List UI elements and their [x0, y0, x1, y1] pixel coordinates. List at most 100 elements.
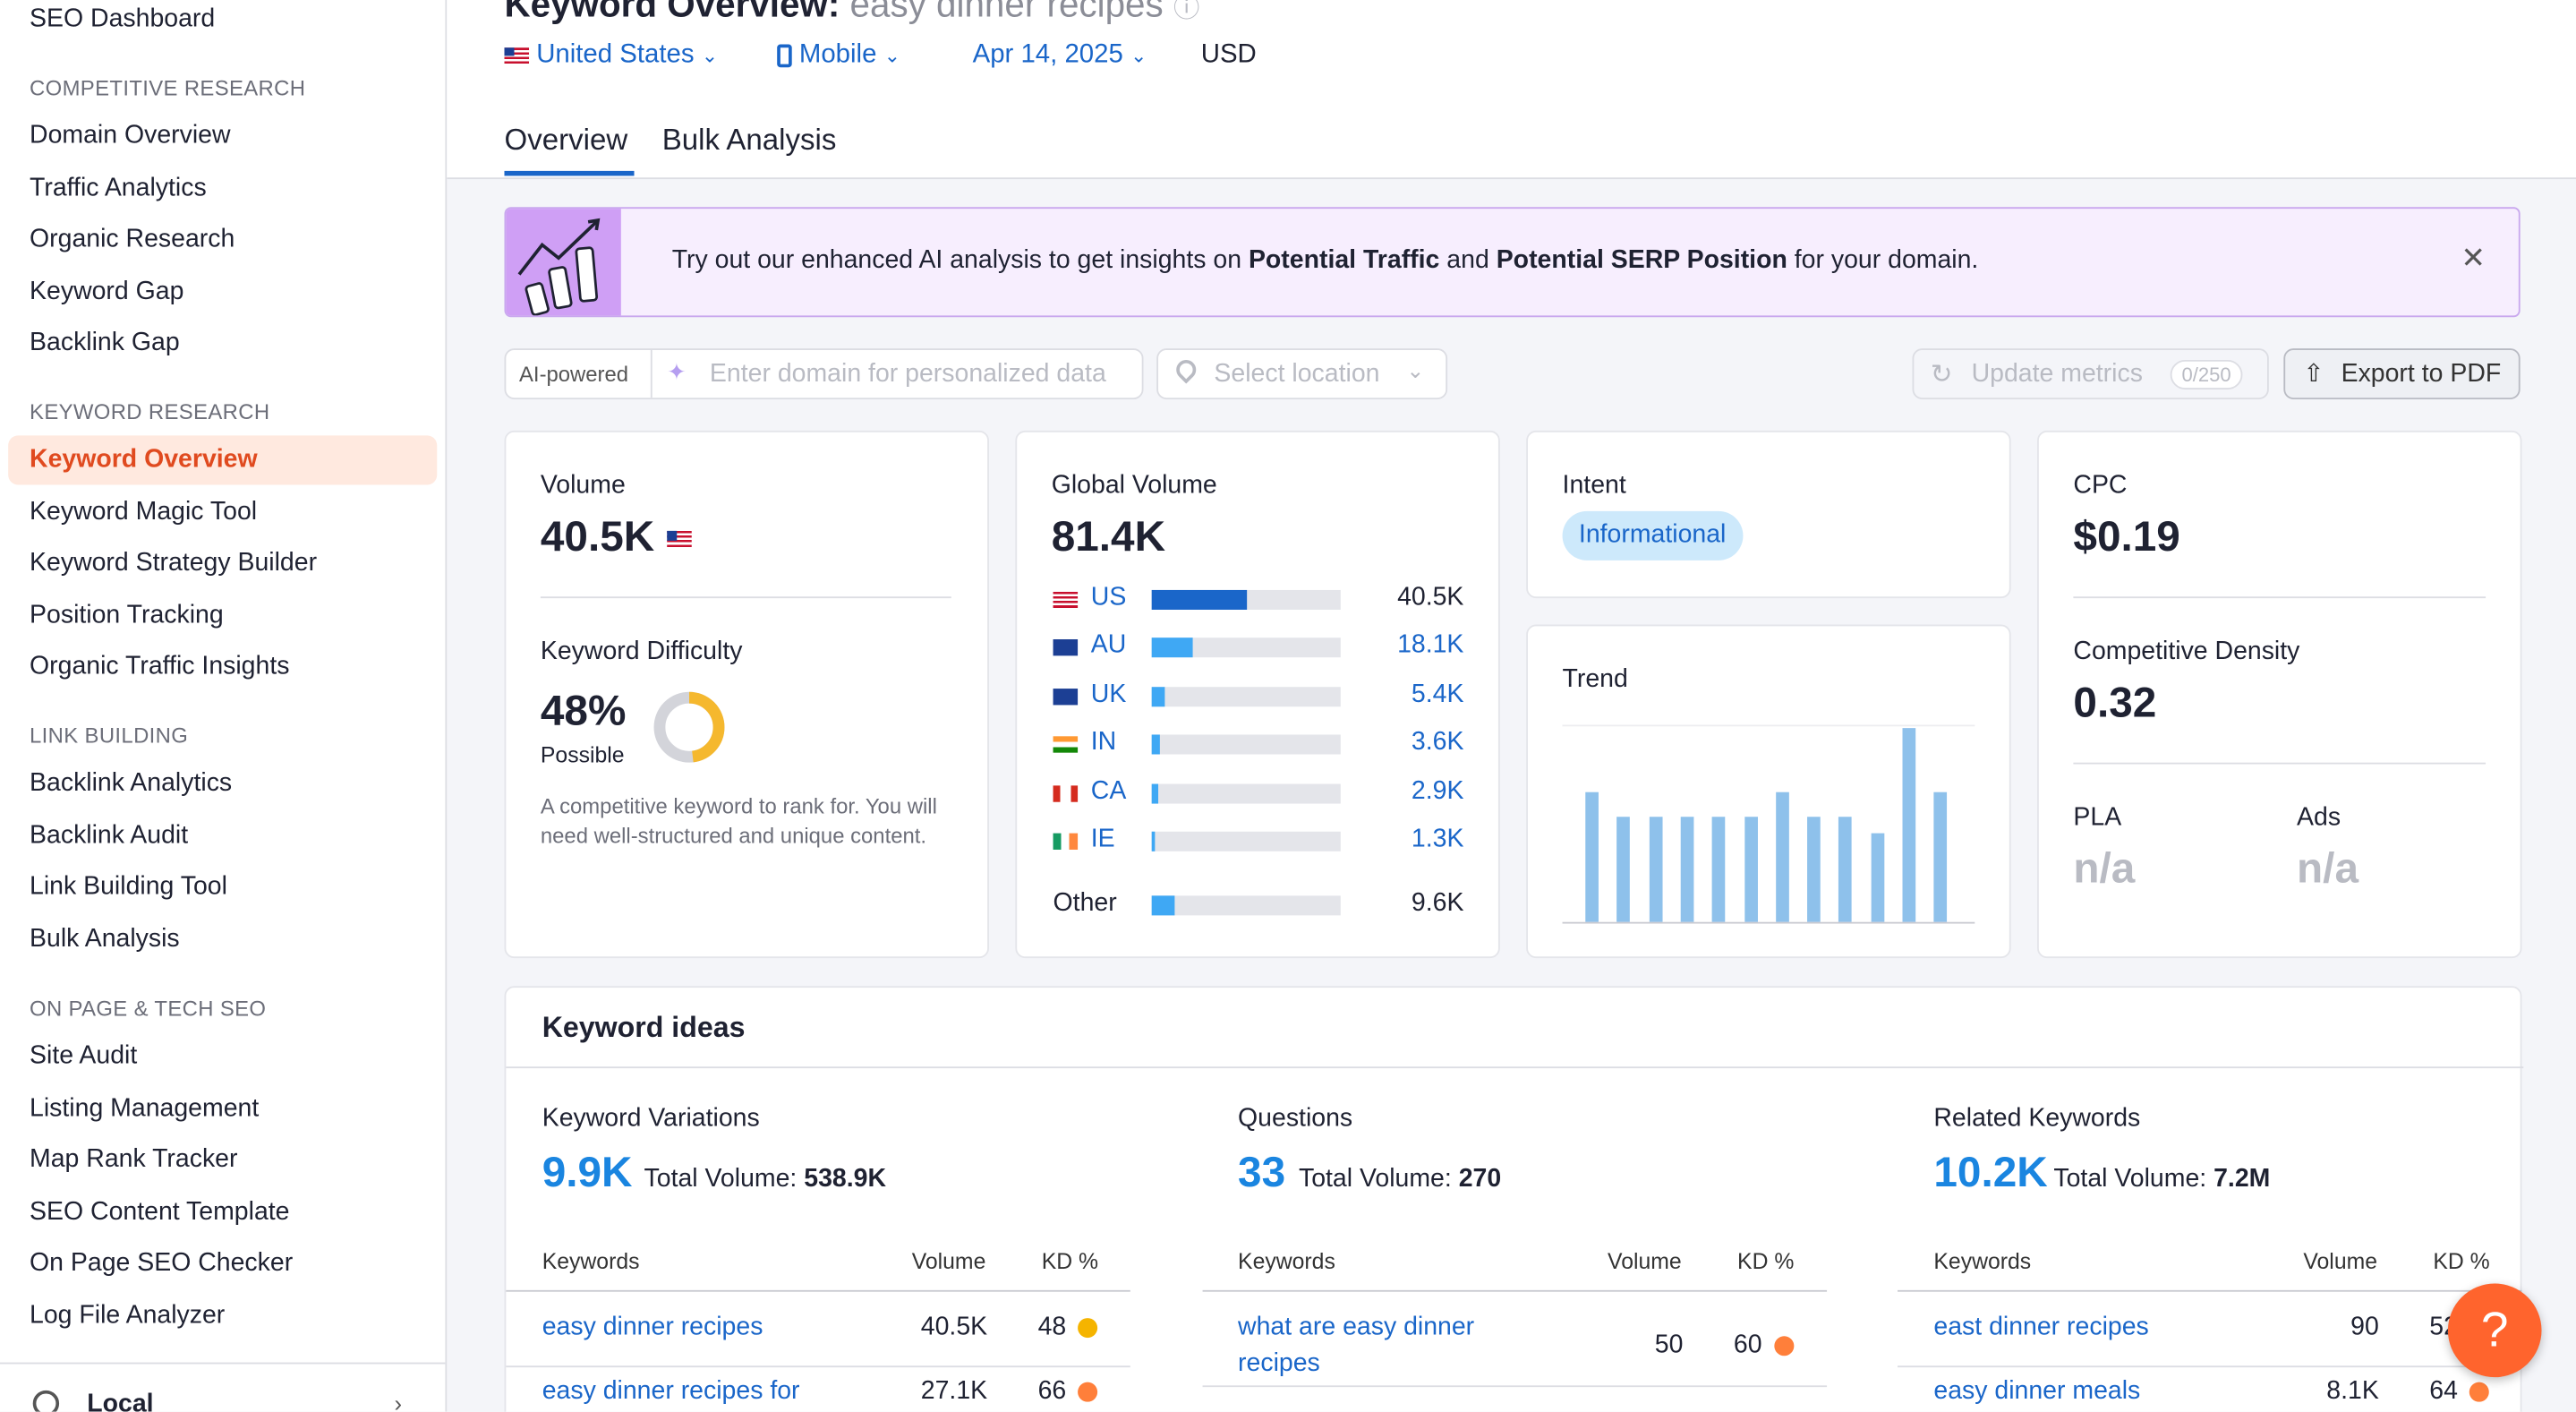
country-code[interactable]: AU	[1091, 632, 1127, 662]
keyword-volume: 90	[2350, 1313, 2379, 1341]
sidebar-item-local[interactable]: Local ›	[0, 1362, 446, 1412]
trend-bar	[1871, 833, 1884, 922]
sidebar-item-map-rank-tracker[interactable]: Map Rank Tracker	[8, 1135, 437, 1185]
close-icon[interactable]: ✕	[2461, 242, 2486, 277]
sidebar-item-keyword-gap[interactable]: Keyword Gap	[8, 268, 437, 317]
divider	[2073, 762, 2486, 765]
export-pdf-button[interactable]: ⇧ Export to PDF	[2283, 348, 2521, 400]
keyword-link[interactable]: easy dinner recipes	[542, 1310, 855, 1346]
country-volume[interactable]: 18.1K	[1397, 632, 1463, 662]
ca-flag-icon	[1053, 784, 1079, 801]
export-pdf-label: Export to PDF	[2341, 359, 2502, 389]
sidebar-item-organic-traffic-insights[interactable]: Organic Traffic Insights	[8, 643, 437, 692]
sidebar-item-keyword-magic-tool[interactable]: Keyword Magic Tool	[8, 488, 437, 537]
keyword-ideas-title: Keyword ideas	[542, 1010, 746, 1044]
pla-value: n/a	[2073, 843, 2136, 893]
column-title: Related Keywords	[1933, 1104, 2141, 1133]
total-volume-value: 270	[1458, 1165, 1502, 1194]
column-count[interactable]: 9.9K	[542, 1147, 633, 1198]
page-title-keyword: easy dinner recipes	[849, 0, 1164, 25]
sidebar-item-domain-overview[interactable]: Domain Overview	[8, 112, 437, 161]
sidebar-item-keyword-strategy-builder[interactable]: Keyword Strategy Builder	[8, 539, 437, 588]
tab-overview[interactable]: Overview	[504, 124, 627, 158]
sidebar-item-on-page-seo-checker[interactable]: On Page SEO Checker	[8, 1239, 437, 1288]
sidebar-item-bulk-analysis[interactable]: Bulk Analysis	[8, 915, 437, 964]
banner-text-end: for your domain.	[1794, 246, 1979, 275]
volume-bar	[1151, 734, 1161, 755]
sidebar-item-site-audit[interactable]: Site Audit	[8, 1032, 437, 1082]
total-volume-label: Total Volume:	[2053, 1165, 2207, 1194]
device-select[interactable]: Mobile ⌄	[777, 41, 900, 71]
banner-bold-serp-position: Potential SERP Position	[1496, 246, 1787, 275]
country-volume[interactable]: 2.9K	[1412, 776, 1464, 806]
country-code[interactable]: UK	[1091, 680, 1127, 710]
update-metrics-button[interactable]: ↻ Update metrics 0/250	[1912, 348, 2269, 400]
total-volume: Total Volume: 270	[1299, 1165, 1501, 1194]
us-flag-icon	[1053, 591, 1079, 609]
keyword-link[interactable]: easy dinner meals	[1933, 1373, 2246, 1409]
tab-bulk-analysis[interactable]: Bulk Analysis	[662, 124, 837, 158]
date-select[interactable]: Apr 14, 2025 ⌄	[973, 41, 1147, 71]
global-volume-row-us: US 40.5K	[1053, 583, 1464, 617]
sidebar-item-seo-dashboard[interactable]: SEO Dashboard	[8, 0, 437, 45]
country-volume[interactable]: 5.4K	[1412, 680, 1464, 710]
column-count[interactable]: 10.2K	[1933, 1147, 2047, 1198]
info-icon[interactable]: ⓘ	[1173, 0, 1199, 23]
sidebar: SEO Dashboard COMPETITIVE RESEARCH Domai…	[0, 0, 448, 1412]
country-code[interactable]: IN	[1091, 728, 1116, 757]
volume-bar	[1151, 638, 1194, 658]
sidebar-item-traffic-analytics[interactable]: Traffic Analytics	[8, 165, 437, 214]
global-volume-value: 81.4K	[1051, 510, 1166, 561]
keyword-link[interactable]: easy dinner recipes for	[542, 1373, 855, 1409]
sidebar-item-backlink-gap[interactable]: Backlink Gap	[8, 319, 437, 368]
sidebar-item-listing-management[interactable]: Listing Management	[8, 1084, 437, 1134]
pin-icon	[1172, 355, 1200, 384]
domain-input[interactable]	[706, 353, 1140, 397]
country-code[interactable]: US	[1091, 584, 1127, 613]
sidebar-heading-keyword-research: KEYWORD RESEARCH	[30, 399, 270, 424]
sidebar-item-backlink-analytics[interactable]: Backlink Analytics	[8, 759, 437, 809]
country-volume: 40.5K	[1397, 583, 1464, 612]
chevron-down-icon: ⌄	[883, 44, 901, 68]
sidebar-item-link-building-tool[interactable]: Link Building Tool	[8, 863, 437, 912]
mobile-icon	[777, 44, 792, 67]
column-count[interactable]: 33	[1238, 1147, 1285, 1198]
uk-flag-icon	[1053, 688, 1079, 706]
ai-promo-banner: Try out our enhanced AI analysis to get …	[504, 207, 2521, 318]
volume-value-text: 40.5K	[540, 510, 655, 561]
sidebar-item-backlink-audit[interactable]: Backlink Audit	[8, 812, 437, 861]
sidebar-item-position-tracking[interactable]: Position Tracking	[8, 592, 437, 641]
sidebar-item-seo-content-template[interactable]: SEO Content Template	[8, 1188, 437, 1237]
volume-card: Volume 40.5K Keyword Difficulty 48% Poss…	[504, 430, 989, 959]
total-volume: Total Volume: 538.9K	[644, 1165, 886, 1194]
keyword-link[interactable]: east dinner recipes	[1933, 1310, 2246, 1346]
sidebar-item-keyword-overview[interactable]: Keyword Overview	[8, 435, 438, 485]
country-volume[interactable]: 1.3K	[1412, 825, 1464, 854]
divider	[506, 1289, 1130, 1292]
keyword-link[interactable]: what are easy dinner recipes	[1238, 1310, 1550, 1382]
sidebar-item-organic-research[interactable]: Organic Research	[8, 215, 437, 264]
global-volume-other-row: Other 9.6K	[1053, 889, 1464, 922]
keyword-kd: 66	[1037, 1377, 1067, 1406]
trend-bar	[1616, 817, 1631, 922]
location-select[interactable]: Select location ⌄	[1156, 348, 1448, 400]
in-flag-icon	[1053, 736, 1079, 754]
page-title: Keyword Overview: easy dinner recipes ⓘ	[504, 0, 1199, 26]
sidebar-item-log-file-analyzer[interactable]: Log File Analyzer	[8, 1292, 437, 1341]
kd-indicator-dot	[1078, 1382, 1098, 1402]
trend-bar	[1585, 792, 1599, 922]
country-select-label: United States	[536, 40, 695, 70]
header-kd: KD %	[1737, 1248, 1795, 1274]
refresh-icon: ↻	[1930, 361, 1953, 390]
trend-bar	[1711, 817, 1726, 922]
country-code[interactable]: IE	[1091, 825, 1115, 854]
kd-label: Keyword Difficulty	[540, 638, 743, 666]
volume-value: 40.5K	[540, 510, 692, 562]
country-volume[interactable]: 3.6K	[1412, 728, 1464, 757]
help-button[interactable]: ?	[2447, 1283, 2542, 1378]
keyword-volume: 50	[1654, 1331, 1684, 1359]
banner-text: Try out our enhanced AI analysis to get …	[672, 246, 1979, 276]
country-code[interactable]: CA	[1091, 776, 1127, 806]
country-select[interactable]: United States ⌄	[504, 41, 718, 71]
active-tab-indicator	[504, 170, 635, 176]
